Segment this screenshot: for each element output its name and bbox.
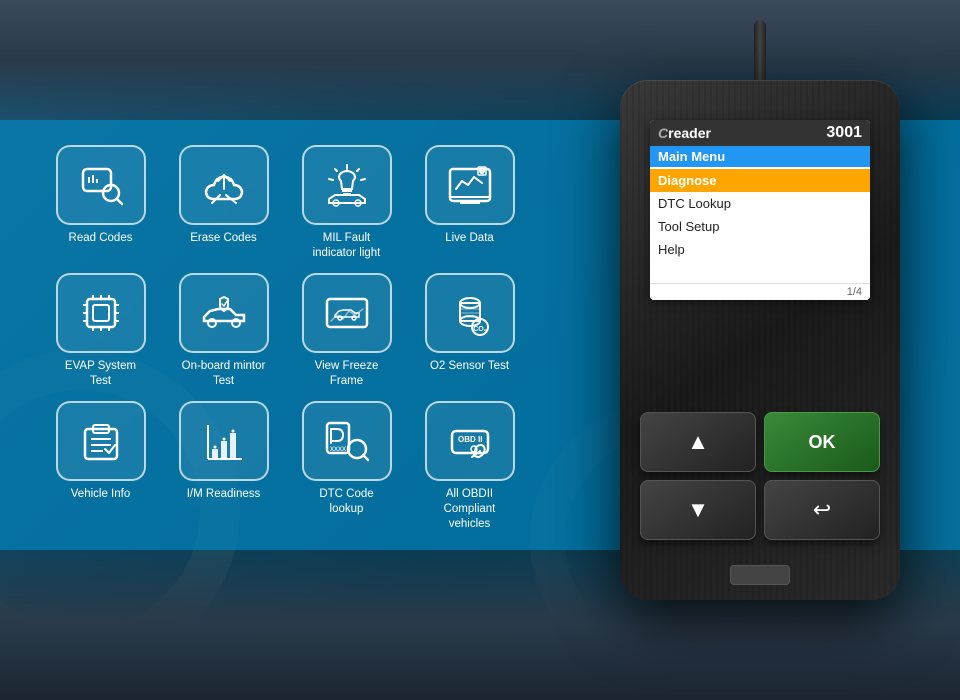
- screen-menu-header: Main Menu: [650, 146, 870, 167]
- live-data-label: Live Data: [445, 231, 494, 246]
- feature-view-freeze: View Freeze Frame: [291, 273, 402, 389]
- feature-mil-fault: MIL Fault indicator light: [291, 145, 402, 261]
- mil-fault-icon-box: [302, 145, 392, 225]
- menu-item-dtc-lookup[interactable]: DTC Lookup: [650, 192, 870, 215]
- menu-title: Main Menu: [658, 149, 725, 164]
- live-data-icon-box: [425, 145, 515, 225]
- obdii-compliant-label: All OBDII Compliant vehicles: [425, 487, 515, 532]
- buttons-area: ▲ OK ▼ ↩: [640, 412, 880, 540]
- feature-evap-system: EVAP System Test: [45, 273, 156, 389]
- view-freeze-label: View Freeze Frame: [302, 359, 392, 389]
- svg-text:xxxx: xxxx: [330, 444, 346, 453]
- feature-on-board: On-board mintor Test: [168, 273, 279, 389]
- back-arrow-icon: ↩: [813, 497, 831, 523]
- feature-obdii-compliant: OBD II All OBDII Compliant vehicles: [414, 401, 525, 532]
- screen-header: Creader 3001: [650, 120, 870, 146]
- feature-dtc-lookup: xxxx DTC Code lookup: [291, 401, 402, 532]
- view-freeze-icon-box: [302, 273, 392, 353]
- menu-item-help[interactable]: Help: [650, 238, 870, 261]
- connector-port: [730, 565, 790, 585]
- device-screen: Creader 3001 Main Menu Diagnose DTC Look…: [650, 120, 870, 300]
- o2-sensor-label: O2 Sensor Test: [430, 359, 509, 374]
- brand-name: Creader: [658, 125, 711, 141]
- dtc-lookup-icon-box: xxxx: [302, 401, 392, 481]
- on-board-label: On-board mintor Test: [179, 359, 269, 389]
- device-container: Creader 3001 Main Menu Diagnose DTC Look…: [600, 80, 920, 640]
- dtc-lookup-label: DTC Code lookup: [302, 487, 392, 517]
- read-codes-label: Read Codes: [69, 231, 133, 246]
- menu-item-diagnose[interactable]: Diagnose: [650, 169, 870, 192]
- up-button[interactable]: ▲: [640, 412, 756, 472]
- feature-vehicle-info: Vehicle Info: [45, 401, 156, 532]
- obdii-compliant-icon-box: OBD II: [425, 401, 515, 481]
- on-board-icon-box: [179, 273, 269, 353]
- down-arrow-icon: ▼: [687, 497, 709, 523]
- evap-system-label: EVAP System Test: [56, 359, 146, 389]
- o2-sensor-icon-box: CO₂: [425, 273, 515, 353]
- screen-footer: 1/4: [650, 283, 870, 300]
- feature-read-codes: Read Codes: [45, 145, 156, 261]
- svg-text:OBD II: OBD II: [458, 435, 482, 444]
- model-number: 3001: [826, 124, 862, 142]
- feature-erase-codes: Erase Codes: [168, 145, 279, 261]
- page-indicator: 1/4: [847, 286, 862, 298]
- ok-button[interactable]: OK: [764, 412, 880, 472]
- up-arrow-icon: ▲: [687, 429, 709, 455]
- mil-fault-label: MIL Fault indicator light: [302, 231, 392, 261]
- screen-content: Diagnose DTC Lookup Tool Setup Help: [650, 167, 870, 263]
- back-button[interactable]: ↩: [764, 480, 880, 540]
- feature-live-data: Live Data: [414, 145, 525, 261]
- erase-codes-label: Erase Codes: [190, 231, 256, 246]
- feature-im-readiness: I/M Readiness: [168, 401, 279, 532]
- ok-label: OK: [809, 432, 836, 453]
- feature-o2-sensor: CO₂ O2 Sensor Test: [414, 273, 525, 389]
- vehicle-info-icon-box: [56, 401, 146, 481]
- erase-codes-icon-box: [179, 145, 269, 225]
- device-body: Creader 3001 Main Menu Diagnose DTC Look…: [620, 80, 900, 600]
- evap-system-icon-box: [56, 273, 146, 353]
- down-button[interactable]: ▼: [640, 480, 756, 540]
- menu-item-tool-setup[interactable]: Tool Setup: [650, 215, 870, 238]
- features-grid: Read Codes Erase Codes: [30, 130, 540, 547]
- vehicle-info-label: Vehicle Info: [71, 487, 130, 502]
- im-readiness-icon-box: [179, 401, 269, 481]
- im-readiness-label: I/M Readiness: [187, 487, 261, 502]
- svg-text:CO₂: CO₂: [473, 326, 487, 333]
- read-codes-icon-box: [56, 145, 146, 225]
